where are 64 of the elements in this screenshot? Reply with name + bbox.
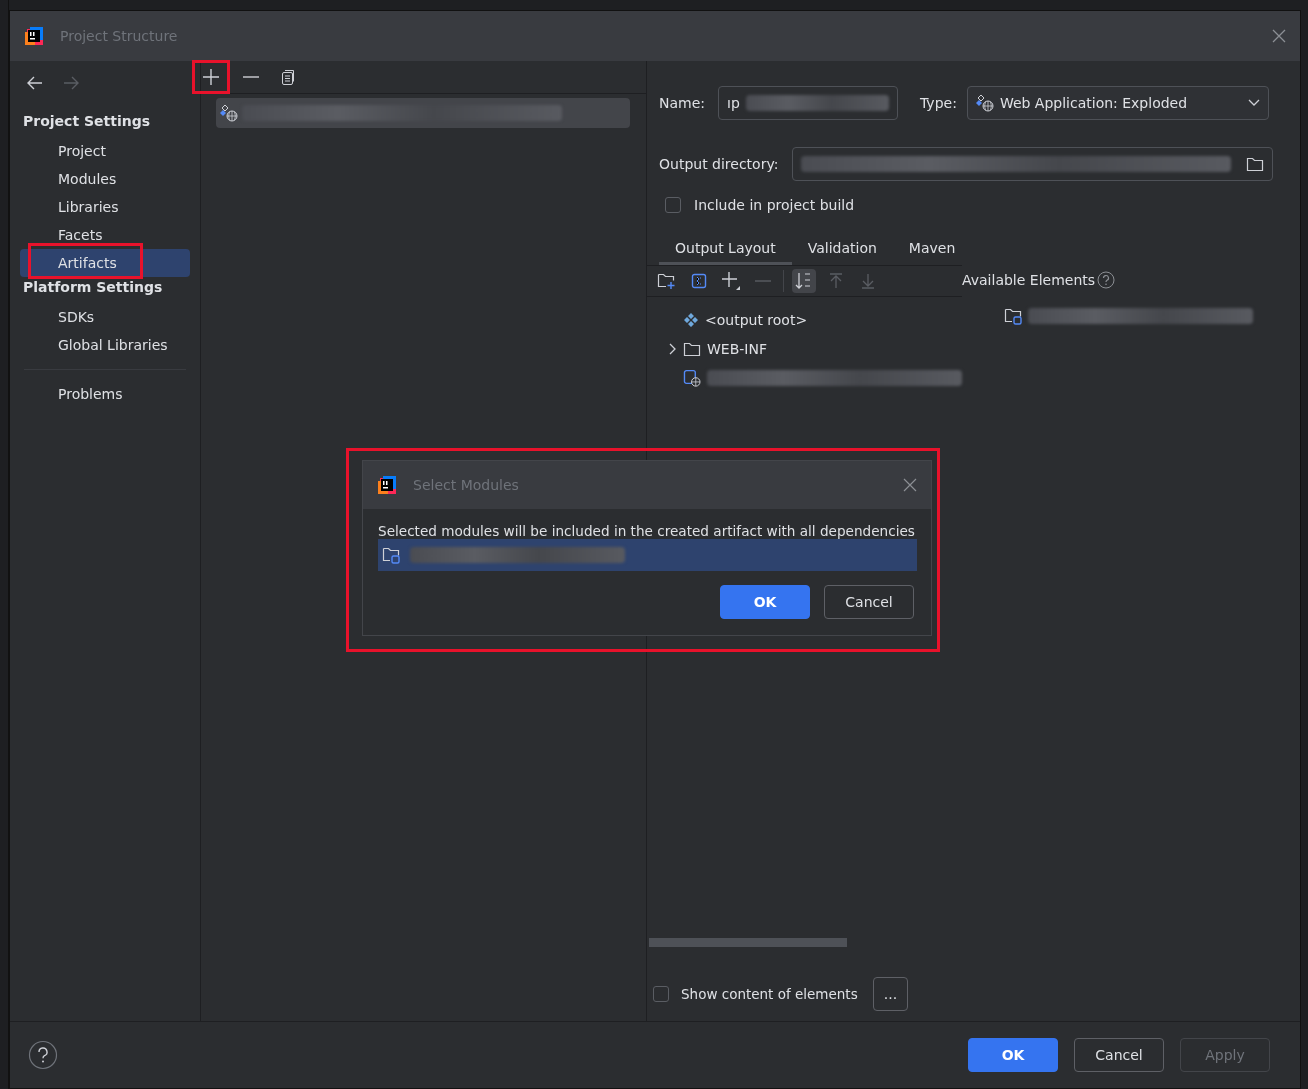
layout-tree-item[interactable]: WEB-INF xyxy=(647,334,962,363)
sidebar-item[interactable]: Global Libraries xyxy=(20,331,190,359)
tree-item-label: WEB-INF xyxy=(707,340,767,357)
sidebar-item[interactable]: Facets xyxy=(20,221,190,249)
minus-icon xyxy=(243,76,259,78)
web-module-icon xyxy=(682,368,701,387)
module-folder-icon xyxy=(382,546,402,564)
tab[interactable]: Validation xyxy=(791,235,893,265)
show-content-checkbox[interactable] xyxy=(653,986,669,1002)
window-title: Project Structure xyxy=(60,28,178,44)
copy-icon xyxy=(279,68,297,86)
folder-browse-icon xyxy=(1246,156,1264,172)
dialog-message: Selected modules will be included in the created artifact with all dependencies xyxy=(378,523,916,539)
move-down-icon[interactable] xyxy=(860,273,876,289)
name-field[interactable]: ıp xyxy=(718,86,898,120)
module-icon[interactable] xyxy=(691,273,707,289)
type-dropdown[interactable]: Web Application: Exploded xyxy=(966,86,1269,120)
dialog-button[interactable]: Cancel xyxy=(824,585,914,619)
expand-chevron-icon[interactable] xyxy=(667,342,677,355)
panel-label: Available Elements xyxy=(962,272,1096,288)
sidebar-item[interactable]: Libraries xyxy=(20,193,190,221)
sidebar-item[interactable]: Modules xyxy=(20,165,190,193)
new-folder-icon[interactable] xyxy=(657,272,677,290)
horizontal-scrollbar[interactable] xyxy=(649,938,847,947)
dialog-button[interactable]: OK xyxy=(720,585,810,619)
close-icon[interactable] xyxy=(1272,29,1286,43)
sidebar-item[interactable]: Project xyxy=(20,137,190,165)
section-heading: Platform Settings xyxy=(22,278,164,297)
artifact-globe-icon xyxy=(220,104,238,122)
dialog-button[interactable]: OK xyxy=(968,1038,1058,1072)
layout-tree-item[interactable]: <output root> xyxy=(647,305,962,334)
folder-icon xyxy=(683,340,701,357)
field-label: Output directory: xyxy=(659,156,780,172)
tab[interactable]: Maven xyxy=(892,235,972,265)
sidebar-item[interactable]: SDKs xyxy=(20,303,190,331)
checkbox-label: Show content of elements xyxy=(681,986,859,1002)
add-icon[interactable] xyxy=(721,271,741,291)
sidebar-item[interactable]: Artifacts xyxy=(20,249,190,277)
help-icon[interactable] xyxy=(28,1040,58,1070)
dialog-button[interactable]: Cancel xyxy=(1074,1038,1164,1072)
tab[interactable]: Output Layout xyxy=(659,235,792,265)
forward-arrow-icon[interactable] xyxy=(62,75,80,91)
field-label: Name: xyxy=(659,95,707,111)
app-logo-icon xyxy=(377,475,397,495)
output-directory-field[interactable] xyxy=(792,147,1273,181)
field-label: Type: xyxy=(920,95,957,111)
sidebar-item[interactable]: Problems xyxy=(20,380,190,408)
artifact-globe-icon xyxy=(975,94,994,112)
chevron-down-icon xyxy=(1247,99,1260,107)
output-root-icon xyxy=(683,311,699,328)
browse-button[interactable]: ... xyxy=(873,977,908,1011)
app-logo-icon xyxy=(24,26,44,46)
checkbox-label: Include in project build xyxy=(694,197,855,213)
module-folder-icon xyxy=(1004,307,1024,325)
section-heading: Project Settings xyxy=(22,112,152,131)
include-checkbox[interactable] xyxy=(665,197,681,213)
plus-icon xyxy=(202,68,220,86)
close-icon[interactable] xyxy=(903,478,917,492)
tree-item-label: <output root> xyxy=(705,311,808,328)
back-arrow-icon[interactable] xyxy=(26,75,44,91)
help-icon[interactable] xyxy=(1097,271,1116,289)
add-button[interactable] xyxy=(193,61,229,93)
dialog-title: Select Modules xyxy=(413,477,519,493)
move-up-icon[interactable] xyxy=(828,273,844,289)
